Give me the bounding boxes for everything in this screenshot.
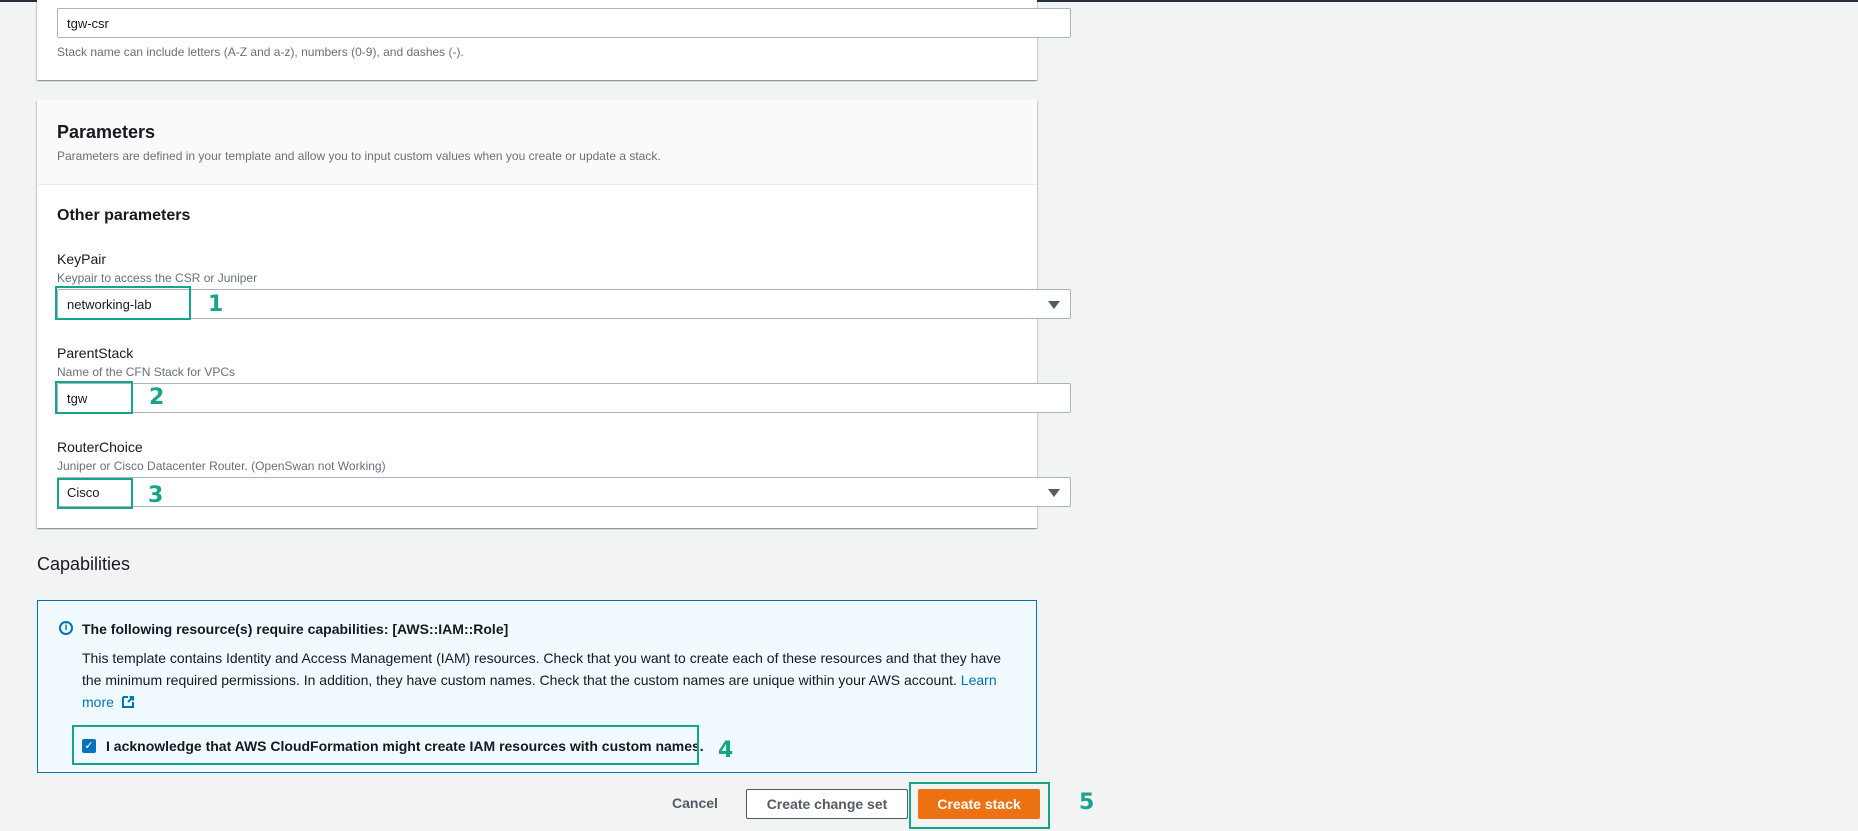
parameters-description: Parameters are defined in your template … bbox=[57, 149, 661, 163]
alert-body: This template contains Identity and Acce… bbox=[82, 647, 1012, 713]
keypair-hint: Keypair to access the CSR or Juniper bbox=[57, 271, 258, 285]
annotation-1: 1 bbox=[208, 292, 224, 317]
capabilities-title: Capabilities bbox=[37, 554, 131, 574]
parentstack-hint: Name of the CFN Stack for VPCs bbox=[57, 365, 236, 379]
other-parameters-title: Other parameters bbox=[57, 207, 191, 224]
highlight-box-parentstack bbox=[55, 381, 133, 414]
keypair-label: KeyPair bbox=[57, 251, 107, 267]
info-icon: i bbox=[59, 621, 73, 635]
routerchoice-select[interactable]: Cisco bbox=[57, 477, 1071, 507]
create-change-set-button[interactable]: Create change set bbox=[746, 789, 908, 819]
routerchoice-hint: Juniper or Cisco Datacenter Router. (Ope… bbox=[57, 459, 386, 473]
stack-name-hint: Stack name can include letters (A-Z and … bbox=[57, 45, 464, 59]
annotation-2: 2 bbox=[149, 385, 165, 410]
annotation-4: 4 bbox=[718, 738, 734, 763]
stack-name-input[interactable]: tgw-csr bbox=[57, 8, 1071, 38]
annotation-3: 3 bbox=[148, 483, 164, 508]
caret-down-icon bbox=[1048, 489, 1060, 497]
parentstack-label: ParentStack bbox=[57, 345, 134, 361]
caret-down-icon bbox=[1048, 301, 1060, 309]
stack-name-panel: tgw-csr Stack name can include letters (… bbox=[37, 0, 1071, 80]
alert-title: The following resource(s) require capabi… bbox=[82, 621, 509, 637]
highlight-box-keypair bbox=[55, 286, 191, 320]
parameters-title: Parameters bbox=[57, 122, 156, 142]
annotation-5: 5 bbox=[1079, 790, 1095, 815]
highlight-box-routerchoice bbox=[57, 478, 133, 509]
highlight-box-acknowledge bbox=[72, 725, 699, 765]
alert-body-text: This template contains Identity and Acce… bbox=[82, 650, 1002, 688]
external-link-icon bbox=[121, 696, 134, 708]
parentstack-input[interactable]: tgw bbox=[57, 383, 1071, 413]
stack-name-value: tgw-csr bbox=[67, 16, 109, 31]
routerchoice-label: RouterChoice bbox=[57, 439, 143, 455]
cancel-button[interactable]: Cancel bbox=[650, 789, 740, 819]
parameters-header: Parameters Parameters are defined in you… bbox=[37, 100, 1037, 185]
highlight-box-create-stack bbox=[909, 782, 1050, 829]
